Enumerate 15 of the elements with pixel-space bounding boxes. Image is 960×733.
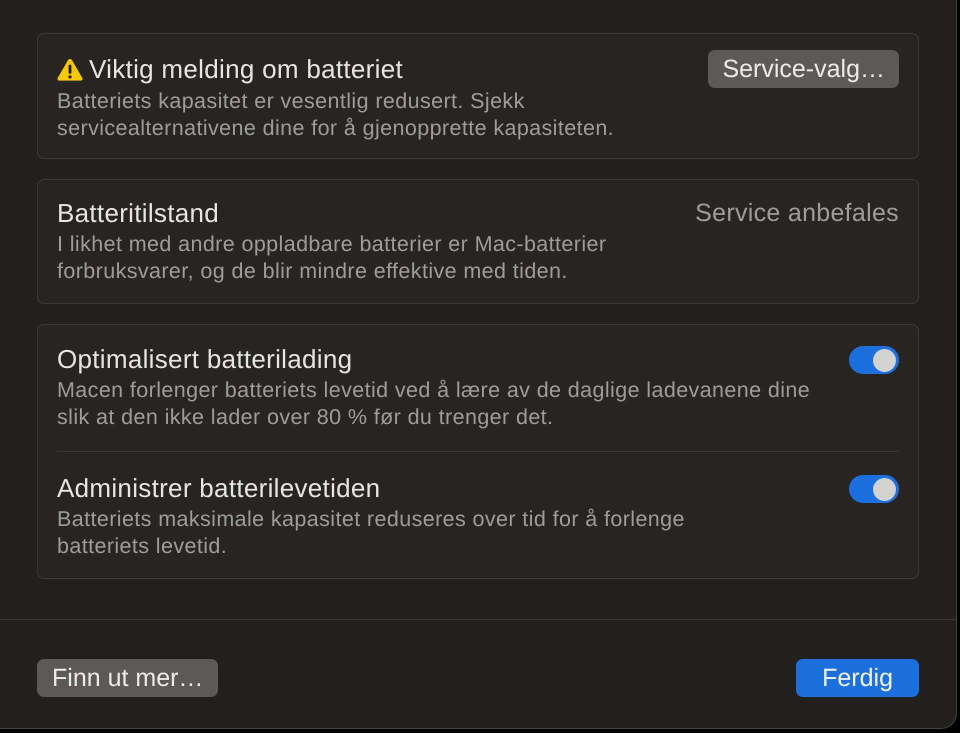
service-options-button[interactable]: Service-valg… bbox=[708, 50, 899, 88]
learn-more-button[interactable]: Finn ut mer… bbox=[37, 659, 218, 697]
toggle-switch[interactable] bbox=[849, 475, 899, 503]
warning-icon bbox=[57, 58, 83, 80]
battery-health-title: Batteritilstand bbox=[57, 199, 220, 227]
battery-health-status: Service anbefales bbox=[695, 199, 899, 227]
notice-title: Viktig melding om batteriet bbox=[89, 55, 403, 83]
notice-description: Batteriets kapasitet er vesentlig redusert. Sjekk servicealternativene dine for å gjenopprette kapasiteten. bbox=[57, 88, 616, 142]
setting-description: Batteriets maksimale kapasitet reduseres over tid for å forlenge batteriets levetid. bbox=[57, 506, 685, 560]
toggle-switch[interactable] bbox=[849, 346, 899, 374]
setting-description: Macen forlenger batteriets levetid ved å lære av de daglige ladevanene dine slik at den ikke lader over 80 % før du trenger det. bbox=[57, 377, 810, 431]
battery-health-description: I likhet med andre oppladbare batterier er Mac-batterier forbruksvarer, og de blir mindre effektive med tiden. bbox=[57, 231, 608, 285]
done-button[interactable]: Ferdig bbox=[796, 659, 919, 697]
setting-title: Administrer batterilevetiden bbox=[57, 474, 382, 502]
setting-title: Optimalisert batterilading bbox=[57, 345, 354, 373]
